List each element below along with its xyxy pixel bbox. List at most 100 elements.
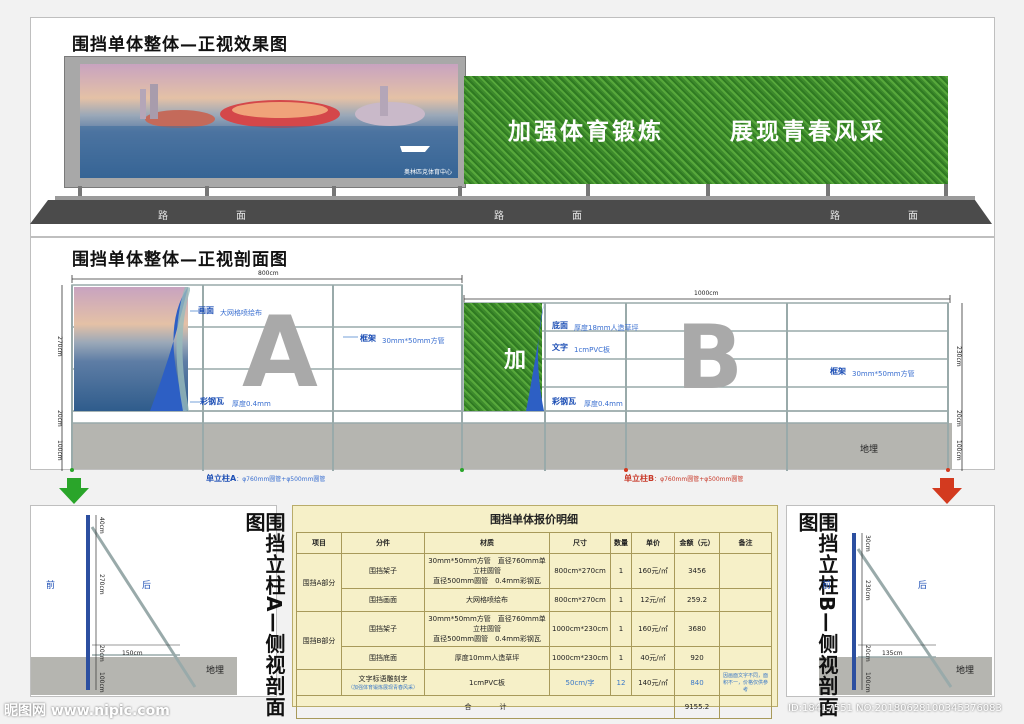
material-cell: 1cmPVC板 [424, 669, 550, 696]
qty-cell: 1 [610, 553, 633, 589]
part-line: 文字标语雕刻字 [358, 675, 408, 683]
table-header: 尺寸 [548, 532, 612, 554]
part-line-sub: （加强体育锻炼展现青春风采） [347, 685, 418, 691]
side-a-front: 前 [46, 581, 56, 591]
table-header-row: 项目 分件 材质 尺寸 数量 单价 金额（元） 备注 [296, 532, 772, 554]
part-cell: 围挡架子 [341, 611, 425, 647]
note-cell [719, 646, 772, 670]
side-a-dim-270: 270cm [98, 574, 105, 595]
side-b-front: 前 [822, 581, 832, 591]
label-b-text-desc: 1cmPVC板 [574, 346, 611, 354]
size-cell: 800cm*270cm [548, 588, 612, 612]
side-b-back: 后 [918, 581, 928, 591]
amount-cell: 3680 [674, 611, 721, 647]
side-b-dim-230: 230cm [864, 580, 871, 601]
side-b-base-width: 135cm [882, 650, 903, 657]
note-cell: 因画面文字不同，面积不一，价格仅供参考 [719, 669, 772, 696]
table-row: 围挡画面 大网格喷绘布 800cm*270cm 1 12元/㎡ 259.2 [297, 588, 772, 612]
label-b-frame: 框架 [830, 367, 846, 376]
total-label: 合 计 [295, 695, 676, 719]
dim-1000: 1000cm [694, 290, 719, 297]
label-a-frame-desc: 30mm*50mm方管 [382, 337, 445, 345]
photo-caption: 奥林匹克体育中心 [403, 169, 452, 176]
table-row: 文字标语雕刻字 （加强体育锻炼展现青春风采） 1cmPVC板 50cm/字 12 … [296, 669, 772, 696]
size-cell: 800cm*270cm [548, 553, 612, 589]
note-cell [719, 553, 772, 589]
post-a-desc: ：φ760mm圆管+φ500mm圆管 [236, 476, 326, 483]
watermark-left: 昵图网 www.nipic.com [4, 703, 170, 719]
dim-20-left: 20cm [56, 410, 63, 427]
slogan-text-2: 展现青春风采 [730, 119, 886, 145]
dim-800: 800cm [258, 270, 279, 277]
quote-table: 项目 分件 材质 尺寸 数量 单价 金额（元） 备注 围挡A部分 围挡架子 30… [295, 532, 772, 719]
letter-b: B [676, 306, 744, 409]
road-label: 路 [158, 211, 168, 222]
watermark-right: ID:18417551 NO:20180628100345376083 [788, 703, 1002, 714]
size-cell: 50cm/字 [548, 669, 612, 696]
label-a-picture-desc: 大网格喷绘布 [220, 309, 262, 317]
label-b-text: 文字 [552, 343, 568, 352]
table-row: 围挡B部分 围挡架子 30mm*50mm方管 直径760mm单立柱圆管直径500… [296, 611, 772, 670]
slogan-text-1: 加强体育锻炼 [508, 119, 664, 145]
table-header: 项目 [296, 532, 342, 554]
post-a-label: 单立柱A：φ760mm圆管+φ500mm圆管 [206, 473, 325, 484]
road-label: 路 [494, 211, 504, 222]
letter-jia: 加 [504, 348, 527, 373]
label-a-steel: 彩钢瓦 [200, 397, 224, 406]
material-line: 直径500mm圆管 0.4mm彩钢瓦 [433, 635, 541, 643]
road-surface [30, 200, 992, 224]
table-header: 材质 [424, 532, 550, 554]
dim-270: 270cm [56, 336, 63, 357]
side-a-back: 后 [142, 581, 152, 591]
side-a-base-width: 150cm [122, 650, 143, 657]
note-cell [719, 588, 772, 612]
road-label: 面 [236, 211, 246, 222]
side-a-dim-40: 40cm [98, 517, 105, 534]
note-cell [719, 611, 772, 647]
material-line: 直径500mm圆管 0.4mm彩钢瓦 [433, 577, 541, 585]
price-cell: 160元/㎡ [631, 553, 676, 589]
quote-table-wrap: 项目 分件 材质 尺寸 数量 单价 金额（元） 备注 围挡A部分 围挡架子 30… [295, 532, 772, 719]
material-line: 30mm*50mm方管 直径760mm单立柱圆管 [428, 615, 546, 633]
part-cell: 文字标语雕刻字 （加强体育锻炼展现青春风采） [341, 669, 425, 696]
post-b-desc: ：φ760mm圆管+φ500mm圆管 [654, 476, 744, 483]
stadium-photo: 奥林匹克体育中心 [80, 64, 458, 178]
amount-cell: 840 [674, 669, 721, 696]
label-b-steel-desc: 厚度0.4mm [584, 400, 623, 408]
price-cell: 12元/㎡ [631, 588, 676, 612]
side-a-title: 围挡立柱A—侧视剖面图 [242, 512, 286, 718]
size-cell: 1000cm*230cm [548, 646, 612, 670]
qty-cell: 1 [610, 611, 633, 647]
group-cell [296, 669, 342, 696]
group-cell: 围挡B部分 [296, 611, 342, 670]
label-b-frame-desc: 30mm*50mm方管 [852, 370, 915, 378]
table-row: 围挡A部分 围挡架子 30mm*50mm方管 直径760mm单立柱圆管 直径500… [296, 553, 772, 612]
front-view-title: 围挡单体整体—正视效果图 [72, 35, 288, 55]
material-cell: 30mm*50mm方管 直径760mm单立柱圆管直径500mm圆管 0.4mm彩… [424, 611, 550, 647]
side-a-ground-label: 地埋 [206, 666, 225, 676]
label-a-frame: 框架 [360, 334, 376, 343]
arrow-down-green-icon [59, 478, 89, 504]
table-header: 金额（元） [674, 532, 721, 554]
price-cell: 140元/㎡ [631, 669, 676, 696]
side-b-ground-label: 地埋 [956, 666, 975, 676]
total-amount: 9155.2 [674, 695, 721, 719]
label-b-steel: 彩钢瓦 [552, 397, 576, 406]
dim-230: 230cm [955, 346, 962, 367]
label-b-base-desc: 厚度18mm人造草坪 [574, 324, 639, 332]
price-cell: 160元/㎡ [631, 611, 676, 647]
post-b-label: 单立柱B：φ760mm圆管+φ500mm圆管 [624, 473, 743, 484]
amount-cell: 920 [674, 646, 721, 670]
table-row: 围挡底面 厚度10mm人造草坪 1000cm*230cm 1 40元/㎡ 920 [297, 646, 772, 670]
post-a-name: 单立柱A [206, 474, 237, 483]
qty-cell: 1 [610, 588, 633, 612]
table-header: 数量 [610, 532, 633, 554]
label-a-steel-desc: 厚度0.4mm [232, 400, 271, 408]
side-a-dim-100: 100cm [98, 672, 105, 693]
part-cell: 围挡架子 [341, 553, 425, 589]
material-cell: 30mm*50mm方管 直径760mm单立柱圆管 直径500mm圆管 0.4mm彩… [424, 553, 550, 589]
table-header: 备注 [719, 532, 772, 554]
road-label: 面 [908, 211, 918, 222]
side-b-dim-30: 30cm [864, 535, 871, 552]
table-header: 分件 [341, 532, 425, 554]
